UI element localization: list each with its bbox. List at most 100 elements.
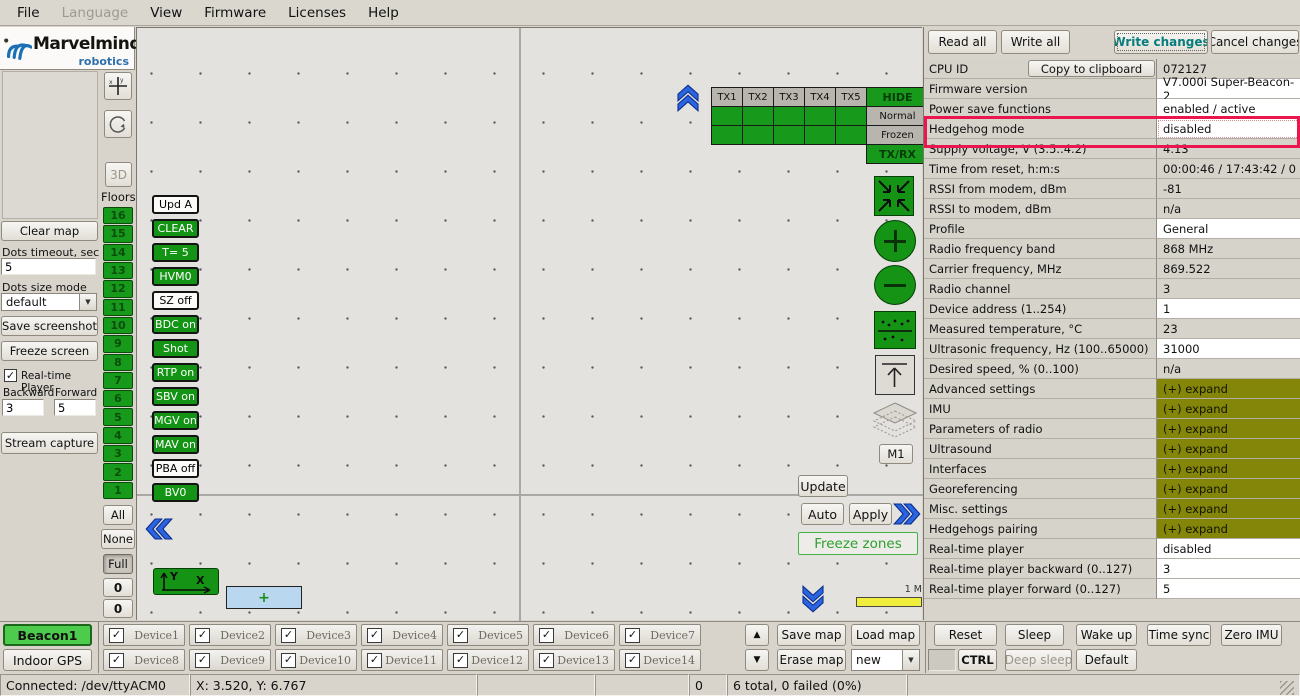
map-button-bv0[interactable]: BV0 — [152, 483, 199, 502]
tx-cell[interactable] — [773, 106, 805, 126]
checkbox-checked-icon[interactable]: ✓ — [281, 628, 296, 643]
setting-expand[interactable]: (+) expand — [1157, 419, 1300, 439]
floor-button[interactable]: 4 — [103, 427, 133, 444]
tx-column-header[interactable]: TX5 — [835, 87, 867, 107]
dots-size-mode-select[interactable]: default ▼ — [1, 293, 97, 311]
floor-button[interactable]: 13 — [103, 262, 133, 279]
device-toggle[interactable]: ✓Device11 — [361, 649, 443, 671]
setting-value[interactable]: 31000 — [1157, 339, 1300, 359]
time-sync-button[interactable]: Time sync — [1147, 624, 1211, 646]
setting-expand[interactable]: (+) expand — [1157, 499, 1300, 519]
setting-expand[interactable]: (+) expand — [1157, 439, 1300, 459]
tx-column-header[interactable]: TX1 — [711, 87, 743, 107]
tx-rx-button[interactable]: TX/RX — [866, 144, 929, 164]
dropdown-arrow-icon[interactable]: ▼ — [902, 650, 919, 670]
device-toggle[interactable]: ✓Device14 — [619, 649, 701, 671]
map-button-pba-off[interactable]: PBA off — [152, 459, 199, 478]
freeze-screen-button[interactable]: Freeze screen — [1, 341, 98, 361]
map-button-hvm0[interactable]: HVM0 — [152, 267, 199, 286]
setting-value[interactable]: 868 MHz — [1157, 239, 1300, 259]
map-name-select[interactable]: new ▼ — [851, 649, 920, 671]
chevron-left-icon[interactable] — [144, 516, 174, 542]
rotate-view-button[interactable] — [104, 110, 132, 138]
floor-button[interactable]: 3 — [103, 445, 133, 462]
floor-button[interactable]: 11 — [103, 299, 133, 316]
menu-file[interactable]: File — [6, 2, 51, 24]
checkbox-checked-icon[interactable]: ✓ — [281, 653, 296, 668]
fit-view-button[interactable] — [874, 176, 914, 216]
checkbox-checked-icon[interactable]: ✓ — [539, 628, 554, 643]
sleep-button[interactable]: Sleep — [1005, 624, 1064, 646]
realtime-player-checkbox[interactable]: ✓ — [4, 369, 17, 382]
tx-cell[interactable] — [711, 106, 743, 126]
axes-origin-button[interactable]: Y X — [153, 568, 219, 595]
floor-button[interactable]: 14 — [103, 244, 133, 261]
checkbox-checked-icon[interactable]: ✓ — [367, 653, 382, 668]
setting-value[interactable]: -81 — [1157, 179, 1300, 199]
map-button-sbv-on[interactable]: SBV on — [152, 387, 199, 406]
floor-button[interactable]: 7 — [103, 372, 133, 389]
tx-cell[interactable] — [835, 106, 867, 126]
m1-button[interactable]: M1 — [879, 444, 913, 464]
tx-normal-button[interactable]: Normal — [866, 106, 929, 126]
map-button-bdc-on[interactable]: BDC on — [152, 315, 199, 334]
floor-button[interactable]: 15 — [103, 225, 133, 242]
deep-sleep-button[interactable]: Deep sleep — [1005, 649, 1072, 671]
device-toggle[interactable]: ✓Device2 — [189, 624, 271, 646]
setting-value[interactable]: n/a — [1157, 359, 1300, 379]
read-all-button[interactable]: Read all — [928, 30, 997, 54]
map-button-mgv-on[interactable]: MGV on — [152, 411, 199, 430]
device-toggle[interactable]: ✓Device12 — [447, 649, 529, 671]
forward-input[interactable] — [54, 399, 96, 416]
cancel-changes-button[interactable]: Cancel changes — [1211, 30, 1299, 54]
three-d-button[interactable]: 3D — [105, 162, 132, 187]
device-toggle[interactable]: ✓Device4 — [361, 624, 443, 646]
floor-button[interactable]: 12 — [103, 280, 133, 297]
chevron-right-icon[interactable] — [892, 501, 922, 527]
checkbox-checked-icon[interactable]: ✓ — [453, 653, 468, 668]
device-scroll-down-button[interactable]: ▼ — [745, 649, 769, 671]
zoom-out-button[interactable] — [874, 265, 916, 305]
setting-expand[interactable]: (+) expand — [1157, 399, 1300, 419]
tx-cell[interactable] — [742, 125, 774, 145]
setting-value[interactable]: 5 — [1157, 579, 1300, 599]
floors-all-button[interactable]: All — [103, 505, 133, 525]
floor-button[interactable]: 5 — [103, 408, 133, 425]
floors-none-button[interactable]: None — [101, 529, 135, 549]
auto-button[interactable]: Auto — [801, 503, 844, 525]
layers-icon[interactable] — [872, 402, 918, 438]
erase-map-button[interactable]: Erase map — [777, 649, 846, 671]
setting-value[interactable]: 1 — [1157, 299, 1300, 319]
menu-licenses[interactable]: Licenses — [277, 2, 357, 24]
floors-full-button[interactable]: Full — [103, 554, 133, 574]
chevron-up-icon[interactable] — [675, 83, 701, 113]
tx-cell[interactable] — [711, 125, 743, 145]
menu-help[interactable]: Help — [357, 2, 410, 24]
setting-value[interactable]: disabled — [1157, 539, 1300, 559]
stream-capture-button[interactable]: Stream capture — [1, 432, 98, 454]
tx-hide-button[interactable]: HIDE — [866, 87, 929, 107]
device-toggle[interactable]: ✓Device7 — [619, 624, 701, 646]
device-toggle[interactable]: ✓Device5 — [447, 624, 529, 646]
device-toggle[interactable]: ✓Device8 — [103, 649, 185, 671]
device-toggle[interactable]: ✓Device3 — [275, 624, 357, 646]
menu-firmware[interactable]: Firmware — [193, 2, 277, 24]
checkbox-checked-icon[interactable]: ✓ — [109, 653, 124, 668]
chevron-down-icon[interactable] — [800, 584, 826, 614]
setting-expand[interactable]: (+) expand — [1157, 459, 1300, 479]
checkbox-checked-icon[interactable]: ✓ — [539, 653, 554, 668]
map-button-rtp-on[interactable]: RTP on — [152, 363, 199, 382]
setting-value[interactable]: 00:00:46 / 17:43:42 / 0 — [1157, 159, 1300, 179]
checkbox-checked-icon[interactable]: ✓ — [625, 628, 640, 643]
wake-up-button[interactable]: Wake up — [1076, 624, 1137, 646]
menu-view[interactable]: View — [139, 2, 193, 24]
write-all-button[interactable]: Write all — [1001, 30, 1070, 54]
map-button-shot[interactable]: Shot — [152, 339, 199, 358]
ctrl-button[interactable]: CTRL — [958, 649, 997, 671]
map-button-t5[interactable]: T= 5 — [152, 243, 199, 262]
resize-grip[interactable] — [1280, 681, 1294, 695]
tx-column-header[interactable]: TX4 — [804, 87, 836, 107]
tx-cell[interactable] — [773, 125, 805, 145]
setting-expand[interactable]: (+) expand — [1157, 519, 1300, 539]
floor-button[interactable]: 9 — [103, 335, 133, 352]
